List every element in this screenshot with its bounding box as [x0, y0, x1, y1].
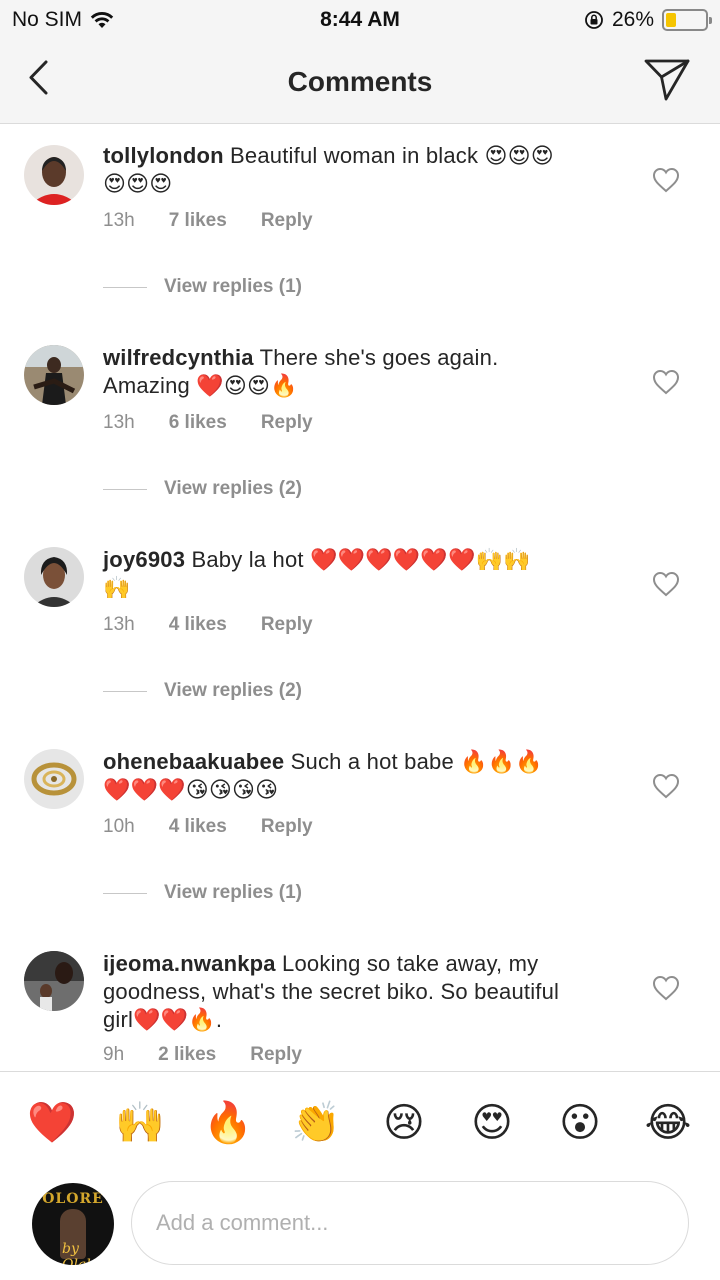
- comment-meta: 13h 7 likes Reply: [103, 210, 347, 232]
- comment-line-1: There she's goes again.: [253, 345, 499, 370]
- heart-icon: [652, 369, 680, 395]
- comment-likes[interactable]: 4 likes: [169, 614, 227, 636]
- comment-meta: 9h 2 likes Reply: [103, 1044, 336, 1066]
- reaction-tears-of-joy-icon[interactable]: 😂: [643, 1098, 693, 1148]
- comment-line-1: Such a hot babe 🔥🔥🔥: [284, 749, 543, 774]
- comment-input[interactable]: [131, 1181, 689, 1265]
- heart-icon: [652, 167, 680, 193]
- comment-line-2: Amazing ❤️😍😍🔥: [103, 373, 298, 398]
- avatar[interactable]: [24, 749, 84, 809]
- avatar-image: [24, 547, 84, 607]
- avatar-image: [24, 345, 84, 405]
- comment-line-1: Baby la hot ❤️❤️❤️❤️❤️❤️🙌🙌: [185, 547, 531, 572]
- comment-username[interactable]: ijeoma.nwankpa: [103, 951, 276, 976]
- comment-meta: 13h 4 likes Reply: [103, 614, 347, 636]
- comment-likes[interactable]: 7 likes: [169, 210, 227, 232]
- comment-line-1: Beautiful woman in black 😍😍😍: [223, 143, 554, 168]
- comment-text: ijeoma.nwankpa Looking so take away, my …: [103, 950, 623, 1034]
- comment-meta: 10h 4 likes Reply: [103, 816, 347, 838]
- heart-icon: [652, 773, 680, 799]
- reaction-raised-hands-icon[interactable]: 🙌: [115, 1098, 165, 1148]
- page-title: Comments: [287, 66, 433, 97]
- divider: [103, 488, 147, 490]
- reaction-fire-icon[interactable]: 🔥: [203, 1098, 253, 1148]
- reaction-surprised-face-icon[interactable]: 😮: [555, 1098, 605, 1148]
- avatar[interactable]: [24, 345, 84, 405]
- like-button[interactable]: [652, 369, 680, 395]
- like-button[interactable]: [652, 975, 680, 1001]
- comment-likes[interactable]: 6 likes: [169, 412, 227, 434]
- view-replies-button[interactable]: View replies (2): [103, 680, 302, 702]
- view-replies-label: View replies (1): [164, 882, 302, 903]
- comment-likes[interactable]: 2 likes: [158, 1044, 216, 1066]
- comment-time: 10h: [103, 816, 135, 837]
- comment-time: 13h: [103, 210, 135, 231]
- comment-text: joy6903 Baby la hot ❤️❤️❤️❤️❤️❤️🙌🙌 🙌: [103, 546, 623, 602]
- view-replies-button[interactable]: View replies (2): [103, 478, 302, 500]
- reaction-crying-face-icon[interactable]: 😢: [379, 1098, 429, 1148]
- orientation-lock-icon: [585, 11, 603, 29]
- comment-likes[interactable]: 4 likes: [169, 816, 227, 838]
- comment-time: 13h: [103, 412, 135, 433]
- avatar[interactable]: [24, 547, 84, 607]
- battery-level: [666, 13, 676, 27]
- comment-username[interactable]: joy6903: [103, 547, 185, 572]
- heart-icon: [652, 975, 680, 1001]
- reply-button[interactable]: Reply: [261, 210, 313, 232]
- view-replies-button[interactable]: View replies (1): [103, 276, 302, 298]
- comment-time: 13h: [103, 614, 135, 635]
- comment-text: wilfredcynthia There she's goes again. A…: [103, 344, 623, 400]
- heart-icon: [652, 571, 680, 597]
- comment-line-2: 😍😍😍: [103, 171, 173, 196]
- comment-text: ohenebaakuabee Such a hot babe 🔥🔥🔥 ❤️❤️❤…: [103, 748, 623, 804]
- comment-composer: OLORE by Olakesi: [0, 1175, 720, 1280]
- divider: [103, 892, 147, 894]
- current-user-avatar[interactable]: OLORE by Olakesi: [32, 1183, 114, 1265]
- comment-line-2: goodness, what's the secret biko. So bea…: [103, 979, 560, 1004]
- avatar-signature: by Olakesi: [62, 1241, 114, 1265]
- avatar-image: [24, 145, 84, 205]
- reaction-clapping-hands-icon[interactable]: 👏: [291, 1098, 341, 1148]
- divider: [103, 690, 147, 692]
- reply-button[interactable]: Reply: [261, 614, 313, 636]
- reaction-heart-eyes-icon[interactable]: 😍: [467, 1098, 517, 1148]
- paper-plane-icon: [644, 59, 690, 101]
- view-replies-label: View replies (2): [164, 478, 302, 499]
- divider: [103, 286, 147, 288]
- comment-username[interactable]: ohenebaakuabee: [103, 749, 284, 774]
- top-nav: Comments: [0, 40, 720, 124]
- battery-percentage: 26%: [611, 8, 654, 31]
- comment-line-3: girl❤️❤️🔥.: [103, 1007, 223, 1032]
- like-button[interactable]: [652, 571, 680, 597]
- reply-button[interactable]: Reply: [250, 1044, 302, 1066]
- avatar-logo-text: OLORE: [42, 1191, 104, 1207]
- like-button[interactable]: [652, 167, 680, 193]
- status-bar: No SIM 8:44 AM 26%: [0, 0, 720, 40]
- view-replies-button[interactable]: View replies (1): [103, 882, 302, 904]
- reaction-red-heart-icon[interactable]: ❤️: [27, 1098, 77, 1148]
- view-replies-label: View replies (1): [164, 276, 302, 297]
- avatar-image: [24, 749, 84, 809]
- view-replies-label: View replies (2): [164, 680, 302, 701]
- avatar[interactable]: [24, 145, 84, 205]
- quick-reactions-bar: ❤️ 🙌 🔥 👏 😢 😍 😮 😂: [0, 1071, 720, 1175]
- comment-username[interactable]: wilfredcynthia: [103, 345, 254, 370]
- comment-line-1: Looking so take away, my: [275, 951, 539, 976]
- reply-button[interactable]: Reply: [261, 412, 313, 434]
- reply-button[interactable]: Reply: [261, 816, 313, 838]
- battery-icon: [662, 9, 712, 31]
- avatar-image: [24, 951, 84, 1011]
- comments-list[interactable]: tollylondon Beautiful woman in black 😍😍😍…: [0, 125, 720, 1070]
- share-button[interactable]: [642, 56, 692, 102]
- comment-time: 9h: [103, 1044, 125, 1065]
- like-button[interactable]: [652, 773, 680, 799]
- comment-username[interactable]: tollylondon: [103, 143, 224, 168]
- comment-text: tollylondon Beautiful woman in black 😍😍😍…: [103, 142, 623, 198]
- comment-line-2: ❤️❤️❤️😘😘😘😘: [103, 777, 279, 802]
- avatar[interactable]: [24, 951, 84, 1011]
- comment-meta: 13h 6 likes Reply: [103, 412, 347, 434]
- battery-status: 26%: [584, 8, 712, 32]
- comment-line-2: 🙌: [103, 575, 131, 600]
